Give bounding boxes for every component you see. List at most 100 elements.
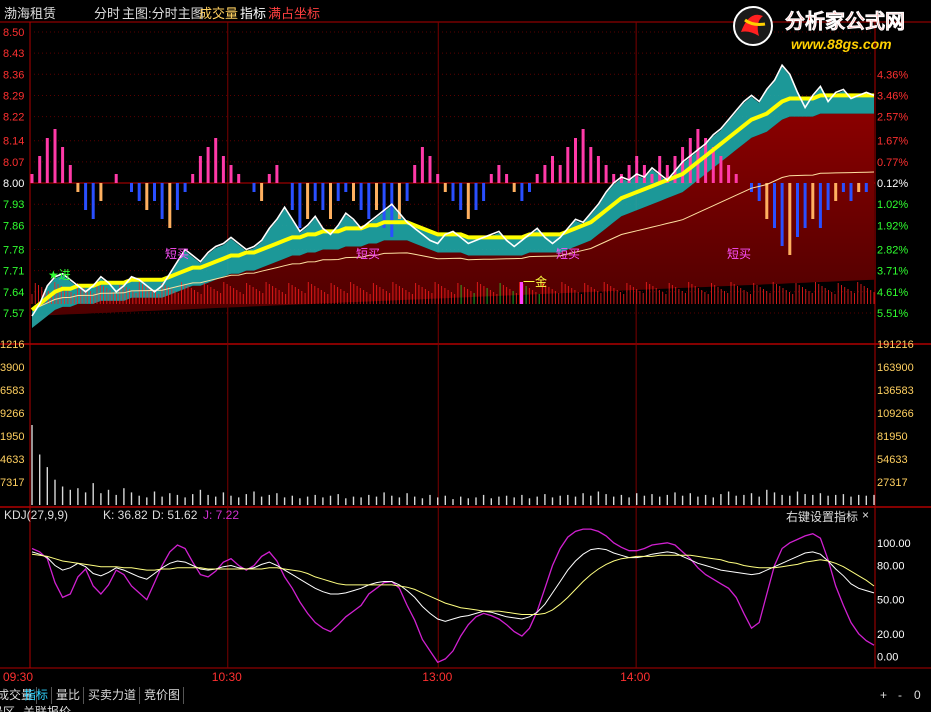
macd-bar xyxy=(558,165,562,183)
volume-label[interactable]: 成交量 xyxy=(199,3,238,22)
macd-bar xyxy=(130,183,133,192)
macd-bar xyxy=(543,165,547,183)
macd-bar xyxy=(375,183,378,210)
time-tick: 09:30 xyxy=(3,670,33,684)
chart-window: { "header": { "stock_name": "渤海租赁", "mod… xyxy=(0,0,931,712)
macd-bar xyxy=(313,183,317,201)
signal-marker xyxy=(520,282,523,304)
price-tick-left: 7.93 xyxy=(3,199,24,211)
macd-bar xyxy=(290,183,294,210)
macd-bar xyxy=(336,183,340,201)
macd-bar xyxy=(175,183,179,210)
macd-bar xyxy=(153,183,156,201)
mode-label[interactable]: 分时 xyxy=(94,3,120,22)
zoom-in-button[interactable]: + xyxy=(877,687,890,704)
time-tick: 10:30 xyxy=(212,670,242,684)
macd-bar xyxy=(198,156,202,183)
macd-bar xyxy=(45,138,49,183)
macd-bar xyxy=(811,183,815,219)
macd-bar xyxy=(780,183,784,246)
kdj-tick-right: 50.00 xyxy=(877,595,905,607)
macd-bar xyxy=(566,147,570,183)
volume-tick-right: 109266 xyxy=(877,408,914,420)
close-icon[interactable]: × xyxy=(862,508,869,522)
indicator-label[interactable]: 指标 xyxy=(240,3,266,22)
macd-bar xyxy=(137,183,141,201)
price-tick-left: 8.07 xyxy=(3,157,24,169)
main-chart-label[interactable]: 主图:分时主图 xyxy=(122,3,204,22)
macd-bar xyxy=(826,183,830,210)
price-tick-left: 7.86 xyxy=(3,220,24,232)
tab-volume-ratio[interactable]: 量比 xyxy=(53,687,85,704)
price-tick-right: 0.77% xyxy=(877,157,908,169)
macd-bar xyxy=(443,183,447,192)
macd-bar xyxy=(145,183,149,210)
macd-bar xyxy=(719,156,723,183)
macd-bar xyxy=(76,183,80,192)
time-tick: 14:00 xyxy=(620,670,650,684)
footer-related-quotes-tab[interactable]: 关联报价 xyxy=(20,704,74,712)
kdj-tick-right: 20.00 xyxy=(877,629,905,641)
volume-tick-left: 1950 xyxy=(0,431,24,443)
macd-bar xyxy=(191,174,195,183)
macd-bar xyxy=(168,183,172,228)
price-tick-right: 2.57% xyxy=(877,112,908,124)
volume-tick-right: 54633 xyxy=(877,454,908,466)
macd-bar xyxy=(765,183,769,219)
price-tick-left: 8.14 xyxy=(3,136,24,148)
kdj-k-value: K: 36.82 xyxy=(103,508,148,522)
tab-buy-sell-power[interactable]: 买卖力道 xyxy=(85,687,141,704)
macd-bar xyxy=(84,183,88,210)
macd-bar xyxy=(857,183,861,192)
macd-bar xyxy=(413,165,417,183)
macd-bar xyxy=(796,183,799,237)
kdj-j-value: J: 7.22 xyxy=(203,508,240,522)
volume-tick-left: 7317 xyxy=(0,477,24,489)
macd-bar xyxy=(451,183,455,201)
macd-bar xyxy=(267,174,271,183)
macd-bar xyxy=(367,183,371,219)
macd-bar xyxy=(520,183,524,201)
kdj-name[interactable]: KDJ(27,9,9) xyxy=(4,508,68,522)
tab-auction-chart[interactable]: 竞价图 xyxy=(141,687,185,704)
price-tick-left: 8.29 xyxy=(3,90,24,102)
macd-bar xyxy=(482,183,486,201)
price-tick-right: 4.61% xyxy=(877,287,908,299)
signal-annotation: ★进 xyxy=(48,268,71,282)
full-axis-label[interactable]: 满占坐标 xyxy=(268,3,320,22)
macd-bar xyxy=(489,174,493,183)
stock-name[interactable]: 渤海租赁 xyxy=(4,3,56,22)
indicator-settings-hint[interactable]: 右键设置指标 xyxy=(786,508,858,525)
volume-tick-left: 1216 xyxy=(0,339,24,351)
volume-tick-right: 27317 xyxy=(877,477,908,489)
macd-bar xyxy=(512,183,516,192)
footer-area-tab[interactable]: 景区 xyxy=(0,704,18,712)
price-tick-left: 8.43 xyxy=(3,48,24,60)
zoom-out-button[interactable]: - xyxy=(895,687,905,704)
signal-annotation: 短买 xyxy=(356,247,380,261)
site-logo: 分析家公式网 www.88gs.com xyxy=(729,2,925,56)
macd-bar xyxy=(681,147,685,183)
tab-indicator[interactable]: 指标 xyxy=(21,687,53,704)
macd-bar xyxy=(528,183,531,192)
kdj-tick-right: 80.00 xyxy=(877,561,905,573)
price-tick-right: 1.67% xyxy=(877,136,908,148)
reset-button[interactable]: 0 xyxy=(911,687,924,704)
macd-bar xyxy=(61,147,65,183)
macd-bar xyxy=(505,174,509,183)
price-tick-right: 4.36% xyxy=(877,69,908,81)
macd-bar xyxy=(275,165,279,183)
macd-bar xyxy=(734,174,738,183)
kdj-j-line xyxy=(31,528,875,664)
kdj-d-value: D: 51.62 xyxy=(152,508,198,522)
price-tick-left: 8.22 xyxy=(3,112,24,124)
volume-tick-right: 191216 xyxy=(877,339,914,351)
macd-bar xyxy=(237,174,241,183)
macd-bar xyxy=(650,174,654,183)
macd-bar xyxy=(574,138,577,183)
price-tick-right: 1.92% xyxy=(877,220,908,232)
macd-bar xyxy=(635,156,639,183)
volume-tick-left: 9266 xyxy=(0,408,24,420)
volume-tick-right: 163900 xyxy=(877,362,914,374)
chart-svg[interactable]: ★进 短买 短买 短买 短买一金 8.50 8.43 8.36 8.29 8.22 8.14 8.0… xyxy=(0,0,931,712)
